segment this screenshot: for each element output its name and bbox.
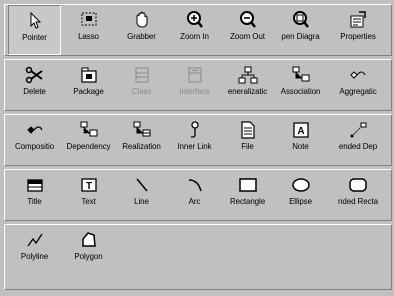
tool-row-4: Title T Text Line Arc Rectangle Ellipse … bbox=[4, 169, 392, 221]
tool-label: Realization bbox=[122, 142, 161, 151]
lasso-icon bbox=[77, 9, 101, 31]
ellipse-icon bbox=[289, 174, 313, 196]
aggregation-tool[interactable]: Aggregatic bbox=[327, 60, 389, 110]
tool-label: Dependency bbox=[66, 142, 111, 151]
tool-label: Polygon bbox=[74, 252, 103, 261]
association-tool[interactable]: Association bbox=[274, 60, 327, 110]
file-tool[interactable]: File bbox=[221, 115, 274, 165]
zoom-out-icon bbox=[236, 9, 260, 31]
tool-row-3: Compositio Dependency Realization Inner … bbox=[4, 114, 392, 166]
tool-label: Polyline bbox=[20, 252, 49, 261]
tool-row-5: Polyline Polygon bbox=[4, 224, 392, 290]
svg-text:T: T bbox=[85, 181, 91, 192]
tool-label: Aggregatic bbox=[339, 87, 377, 96]
inner-link-icon bbox=[183, 119, 207, 141]
tool-palette: Pointer Lasso Grabber Zoom In Zoom Out p… bbox=[0, 0, 394, 296]
open-diagram-icon bbox=[289, 9, 313, 31]
tool-label: Title bbox=[27, 197, 42, 206]
grabber-hand-icon bbox=[130, 9, 154, 31]
grabber-tool[interactable]: Grabber bbox=[115, 5, 168, 55]
tool-label: Zoom In bbox=[180, 32, 209, 41]
polyline-tool[interactable]: Polyline bbox=[8, 225, 61, 273]
properties-icon bbox=[346, 9, 370, 31]
tool-label: ended Dep bbox=[338, 142, 378, 151]
dependency-icon bbox=[77, 119, 101, 141]
zoom-out-tool[interactable]: Zoom Out bbox=[221, 5, 274, 55]
title-tool[interactable]: Title bbox=[8, 170, 61, 220]
tool-label: Note bbox=[292, 142, 309, 151]
tool-label: Class bbox=[131, 87, 152, 96]
arc-icon bbox=[183, 174, 207, 196]
pointer-tool[interactable]: Pointer bbox=[8, 5, 61, 55]
zoom-in-icon bbox=[183, 9, 207, 31]
tool-row-2: Delete Package Class Interface eneraliza… bbox=[4, 59, 392, 111]
rounded-rectangle-tool[interactable]: nded Recta bbox=[327, 170, 389, 220]
association-icon bbox=[289, 64, 313, 86]
tool-label: Ellipse bbox=[289, 197, 312, 206]
arc-tool[interactable]: Arc bbox=[168, 170, 221, 220]
tool-label: eneralizatic bbox=[227, 87, 268, 96]
tool-label: Rectangle bbox=[229, 197, 266, 206]
ellipse-tool[interactable]: Ellipse bbox=[274, 170, 327, 220]
tool-label: Line bbox=[134, 197, 149, 206]
tool-label: Pointer bbox=[22, 33, 47, 42]
interface-icon bbox=[183, 64, 207, 86]
dependency-tool[interactable]: Dependency bbox=[62, 115, 115, 165]
tool-label: Properties bbox=[340, 32, 376, 41]
tool-label: pen Diagra bbox=[281, 32, 320, 41]
composition-tool[interactable]: Compositio bbox=[8, 115, 61, 165]
extended-dependency-tool[interactable]: ended Dep bbox=[327, 115, 389, 165]
realization-tool[interactable]: Realization bbox=[115, 115, 168, 165]
extended-dependency-icon bbox=[346, 119, 370, 141]
tool-label: Delete bbox=[23, 87, 46, 96]
tool-label: Zoom Out bbox=[230, 32, 265, 41]
line-tool[interactable]: Line bbox=[115, 170, 168, 220]
tool-label: Inner Link bbox=[177, 142, 212, 151]
tool-label: Interface bbox=[179, 87, 210, 96]
line-icon bbox=[130, 174, 154, 196]
tool-label: Package bbox=[73, 87, 104, 96]
rectangle-tool[interactable]: Rectangle bbox=[221, 170, 274, 220]
tool-label: Grabber bbox=[127, 32, 156, 41]
polyline-icon bbox=[23, 229, 47, 251]
open-diagram-tool[interactable]: pen Diagra bbox=[274, 5, 327, 55]
file-icon bbox=[236, 119, 260, 141]
package-tool[interactable]: Package bbox=[62, 60, 115, 110]
tool-label: nded Recta bbox=[338, 197, 378, 206]
zoom-in-tool[interactable]: Zoom In bbox=[168, 5, 221, 55]
properties-tool[interactable]: Properties bbox=[327, 5, 389, 55]
aggregation-icon bbox=[346, 64, 370, 86]
tool-label: Lasso bbox=[78, 32, 99, 41]
polygon-icon bbox=[77, 229, 101, 251]
generalization-tool[interactable]: eneralizatic bbox=[221, 60, 274, 110]
title-icon bbox=[23, 174, 47, 196]
class-tool: Class bbox=[115, 60, 168, 110]
class-icon bbox=[130, 64, 154, 86]
package-icon bbox=[77, 64, 101, 86]
text-tool[interactable]: T Text bbox=[62, 170, 115, 220]
note-icon: A bbox=[289, 119, 313, 141]
tool-row-1: Pointer Lasso Grabber Zoom In Zoom Out p… bbox=[4, 4, 392, 56]
pointer-icon bbox=[23, 10, 47, 32]
interface-tool: Interface bbox=[168, 60, 221, 110]
delete-scissors-icon bbox=[23, 64, 47, 86]
rounded-rectangle-icon bbox=[346, 174, 370, 196]
polygon-tool[interactable]: Polygon bbox=[62, 225, 115, 273]
text-icon: T bbox=[77, 174, 101, 196]
svg-text:A: A bbox=[297, 126, 304, 137]
note-tool[interactable]: A Note bbox=[274, 115, 327, 165]
tool-label: Association bbox=[280, 87, 321, 96]
delete-tool[interactable]: Delete bbox=[8, 60, 61, 110]
tool-label: Arc bbox=[188, 197, 201, 206]
tool-label: Compositio bbox=[14, 142, 55, 151]
realization-icon bbox=[130, 119, 154, 141]
inner-link-tool[interactable]: Inner Link bbox=[168, 115, 221, 165]
composition-icon bbox=[23, 119, 47, 141]
tool-label: File bbox=[241, 142, 254, 151]
rectangle-icon bbox=[236, 174, 260, 196]
generalization-icon bbox=[236, 64, 260, 86]
tool-label: Text bbox=[81, 197, 96, 206]
lasso-tool[interactable]: Lasso bbox=[62, 5, 115, 55]
